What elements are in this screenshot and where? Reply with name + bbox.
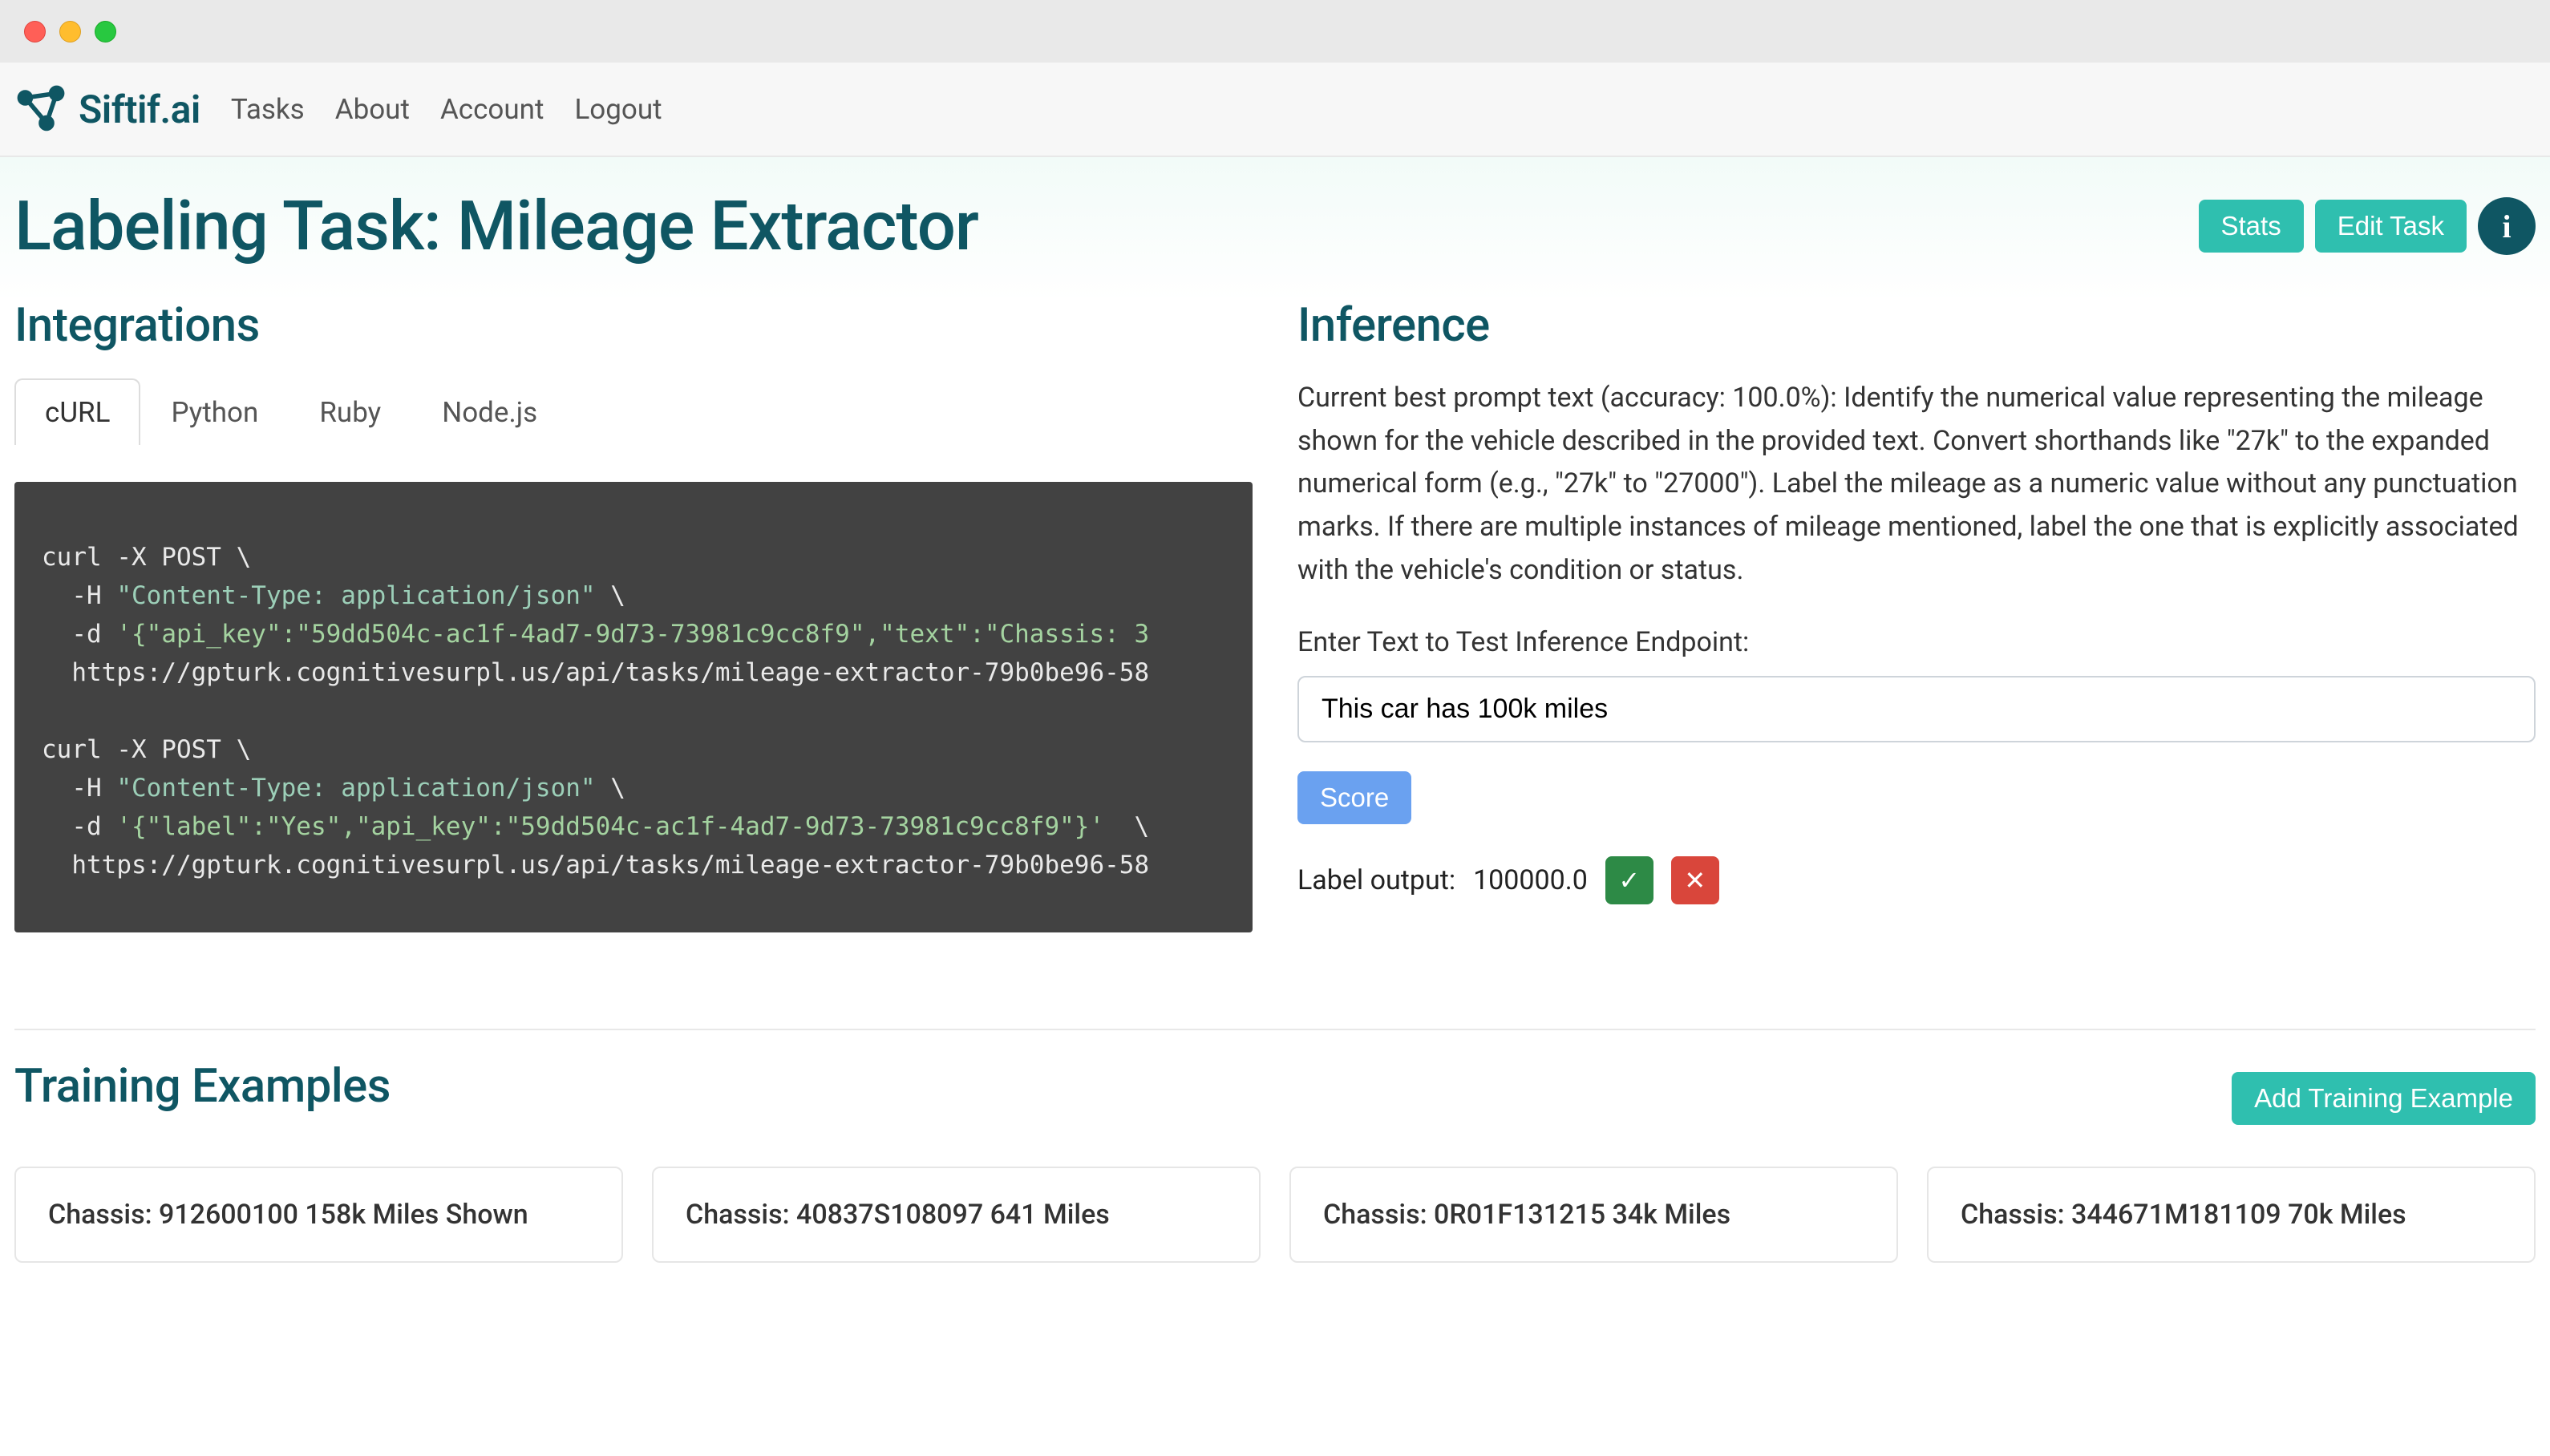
output-label: Label output:	[1297, 864, 1455, 896]
integration-tabs: cURL Python Ruby Node.js	[14, 377, 1253, 443]
brand-logo[interactable]: Siftif.ai	[13, 81, 200, 137]
brand-logo-icon	[13, 81, 69, 137]
tab-curl[interactable]: cURL	[14, 378, 140, 445]
maximize-window-button[interactable]	[95, 21, 116, 42]
window-titlebar	[0, 0, 2550, 63]
integrations-panel: Integrations cURL Python Ruby Node.js cu…	[14, 298, 1253, 932]
inference-input-label: Enter Text to Test Inference Endpoint:	[1297, 626, 2536, 658]
top-navbar: Siftif.ai Tasks About Account Logout	[0, 63, 2550, 157]
integrations-heading: Integrations	[14, 298, 1253, 353]
nav-logout[interactable]: Logout	[574, 93, 662, 126]
nav-about[interactable]: About	[335, 93, 410, 126]
training-example-card[interactable]: Chassis: 0R01F131215 34k Miles	[1289, 1167, 1898, 1263]
output-value: 100000.0	[1473, 864, 1588, 896]
brand-name: Siftif.ai	[79, 87, 200, 132]
tab-ruby[interactable]: Ruby	[289, 378, 411, 445]
score-button[interactable]: Score	[1297, 771, 1411, 824]
info-icon[interactable]: i	[2478, 197, 2536, 255]
tab-node[interactable]: Node.js	[411, 378, 568, 445]
inference-text-input[interactable]	[1297, 676, 2536, 742]
training-examples-list: Chassis: 912600100 158k Miles Shown Chas…	[14, 1167, 2536, 1263]
minimize-window-button[interactable]	[59, 21, 81, 42]
nav-tasks[interactable]: Tasks	[231, 93, 305, 126]
nav-account[interactable]: Account	[440, 93, 544, 126]
stats-button[interactable]: Stats	[2199, 200, 2304, 253]
close-window-button[interactable]	[24, 21, 46, 42]
edit-task-button[interactable]: Edit Task	[2315, 200, 2467, 253]
window-traffic-lights	[24, 21, 116, 42]
accept-label-button[interactable]: ✓	[1605, 856, 1653, 904]
training-heading: Training Examples	[14, 1059, 391, 1114]
inference-panel: Inference Current best prompt text (accu…	[1297, 298, 2536, 932]
training-example-card[interactable]: Chassis: 40837S108097 641 Miles	[652, 1167, 1261, 1263]
code-sample: curl -X POST \ -H "Content-Type: applica…	[14, 482, 1253, 932]
inference-heading: Inference	[1297, 298, 2536, 353]
reject-label-button[interactable]: ✕	[1671, 856, 1719, 904]
section-divider	[14, 1029, 2536, 1030]
training-example-card[interactable]: Chassis: 912600100 158k Miles Shown	[14, 1167, 623, 1263]
add-training-example-button[interactable]: Add Training Example	[2232, 1072, 2536, 1125]
tab-python[interactable]: Python	[140, 378, 289, 445]
current-prompt-text: Current best prompt text (accuracy: 100.…	[1297, 377, 2536, 593]
training-example-card[interactable]: Chassis: 344671M181109 70k Miles	[1927, 1167, 2536, 1263]
page-title: Labeling Task: Mileage Extractor	[14, 186, 978, 266]
